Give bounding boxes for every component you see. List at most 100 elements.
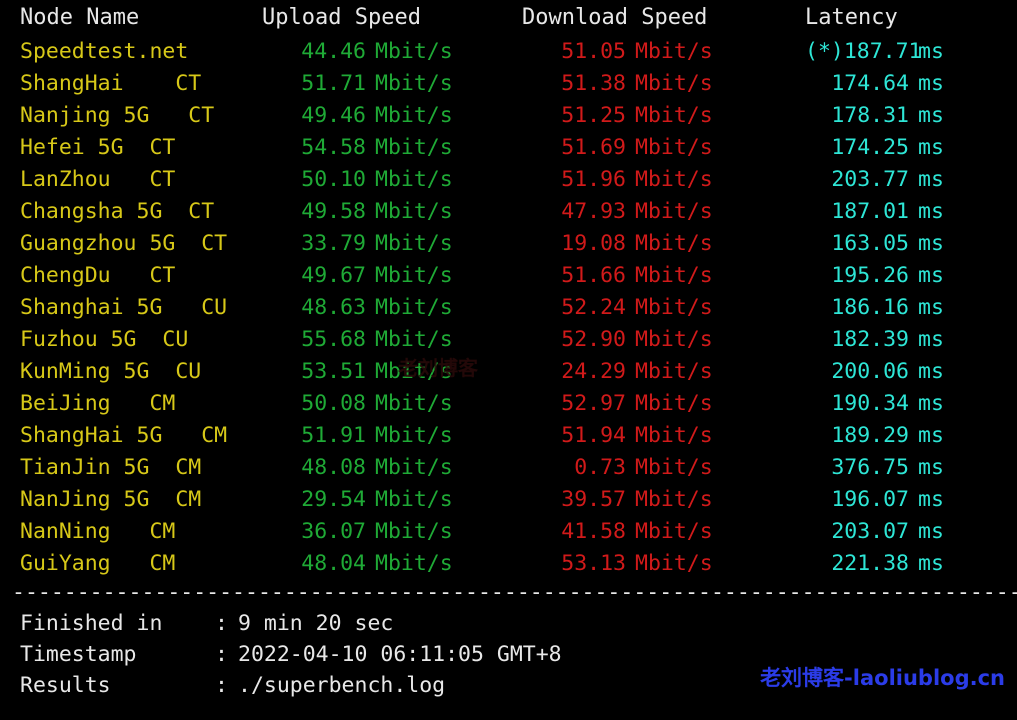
latency-value: 203.07 bbox=[831, 519, 909, 544]
upload-unit: Mbit/s bbox=[375, 519, 453, 544]
cell-node-name: NanNing CM bbox=[20, 519, 176, 544]
upload-value: 48.08 bbox=[301, 455, 366, 480]
cell-latency: 200.06 ms bbox=[805, 356, 1010, 388]
upload-value: 53.51 bbox=[301, 359, 366, 384]
column-header-latency: Latency bbox=[805, 5, 898, 30]
summary-value: ./superbench.log bbox=[238, 673, 446, 698]
table-row: NanJing 5G CM 29.54 Mbit/s 39.57 Mbit/s 196.0… bbox=[0, 484, 1017, 516]
latency-unit: ms bbox=[918, 231, 944, 256]
upload-unit: Mbit/s bbox=[375, 455, 453, 480]
summary-colon: : bbox=[215, 642, 228, 667]
latency-value: 186.16 bbox=[831, 295, 909, 320]
latency-value: 376.75 bbox=[831, 455, 909, 480]
download-unit: Mbit/s bbox=[635, 423, 713, 448]
cell-node-name: GuiYang CM bbox=[20, 551, 176, 576]
upload-value: 36.07 bbox=[301, 519, 366, 544]
cell-node-name: ShangHai CT bbox=[20, 71, 202, 96]
cell-upload-speed: 44.46 Mbit/s bbox=[262, 36, 500, 68]
cell-upload-speed: 29.54 Mbit/s bbox=[262, 484, 500, 516]
cell-node-name: Hefei 5G CT bbox=[20, 135, 176, 160]
latency-value: 182.39 bbox=[831, 327, 909, 352]
separator-line: ----------------------------------------… bbox=[12, 580, 1017, 605]
download-value: 24.29 bbox=[561, 359, 626, 384]
cell-latency: 190.34 ms bbox=[805, 388, 1010, 420]
download-value: 53.13 bbox=[561, 551, 626, 576]
cell-download-speed: 51.96 Mbit/s bbox=[522, 164, 772, 196]
latency-unit: ms bbox=[918, 103, 944, 128]
summary-value: 9 min 20 sec bbox=[238, 611, 394, 636]
table-body: Speedtest.net 44.46 Mbit/s 51.05 Mbit/s (*)18… bbox=[0, 36, 1017, 580]
cell-latency: 163.05 ms bbox=[805, 228, 1010, 260]
summary-colon: : bbox=[215, 611, 228, 636]
latency-unit: ms bbox=[918, 199, 944, 224]
download-unit: Mbit/s bbox=[635, 455, 713, 480]
cell-upload-speed: 49.58 Mbit/s bbox=[262, 196, 500, 228]
column-header-upload-speed: Upload Speed bbox=[262, 5, 421, 30]
latency-unit: ms bbox=[918, 263, 944, 288]
summary-row: Finished in:9 min 20 sec bbox=[0, 608, 1017, 639]
cell-node-name: Speedtest.net bbox=[20, 39, 189, 64]
download-unit: Mbit/s bbox=[635, 551, 713, 576]
cell-latency: 195.26 ms bbox=[805, 260, 1010, 292]
table-row: TianJin 5G CM 48.08 Mbit/s 0.73 Mbit/s 376.75… bbox=[0, 452, 1017, 484]
table-row: Fuzhou 5G CU 55.68 Mbit/s 52.90 Mbit/s 182.39… bbox=[0, 324, 1017, 356]
upload-value: 49.67 bbox=[301, 263, 366, 288]
summary-label: Timestamp bbox=[20, 642, 137, 667]
upload-unit: Mbit/s bbox=[375, 103, 453, 128]
cell-node-name: ChengDu CT bbox=[20, 263, 176, 288]
cell-download-speed: 41.58 Mbit/s bbox=[522, 516, 772, 548]
download-value: 51.66 bbox=[561, 263, 626, 288]
latency-value: 195.26 bbox=[831, 263, 909, 288]
upload-value: 29.54 bbox=[301, 487, 366, 512]
cell-node-name: TianJin 5G CM bbox=[20, 455, 202, 480]
latency-unit: ms bbox=[918, 135, 944, 160]
table-row: Nanjing 5G CT 49.46 Mbit/s 51.25 Mbit/s 178.3… bbox=[0, 100, 1017, 132]
column-header-node-name: Node Name bbox=[20, 5, 140, 30]
upload-value: 48.04 bbox=[301, 551, 366, 576]
latency-value: (*)187.71 bbox=[805, 39, 922, 64]
upload-unit: Mbit/s bbox=[375, 71, 453, 96]
cell-download-speed: 52.90 Mbit/s bbox=[522, 324, 772, 356]
cell-latency: 203.07 ms bbox=[805, 516, 1010, 548]
latency-unit: ms bbox=[918, 391, 944, 416]
cell-latency: 178.31 ms bbox=[805, 100, 1010, 132]
latency-unit: ms bbox=[918, 295, 944, 320]
cell-latency: 174.25 ms bbox=[805, 132, 1010, 164]
cell-latency: 221.38 ms bbox=[805, 548, 1010, 580]
cell-latency: (*)187.71ms bbox=[805, 36, 1010, 68]
download-value: 51.25 bbox=[561, 103, 626, 128]
cell-upload-speed: 33.79 Mbit/s bbox=[262, 228, 500, 260]
cell-latency: 196.07 ms bbox=[805, 484, 1010, 516]
upload-unit: Mbit/s bbox=[375, 295, 453, 320]
cell-download-speed: 24.29 Mbit/s bbox=[522, 356, 772, 388]
cell-node-name: Nanjing 5G CT bbox=[20, 103, 215, 128]
cell-upload-speed: 49.67 Mbit/s bbox=[262, 260, 500, 292]
cell-upload-speed: 49.46 Mbit/s bbox=[262, 100, 500, 132]
upload-value: 49.46 bbox=[301, 103, 366, 128]
latency-value: 221.38 bbox=[831, 551, 909, 576]
watermark-blog-url: 老刘博客-laoliublog.cn bbox=[760, 666, 1005, 690]
latency-value: 178.31 bbox=[831, 103, 909, 128]
table-row: BeiJing CM 50.08 Mbit/s 52.97 Mbit/s 190.34 ms bbox=[0, 388, 1017, 420]
cell-node-name: Fuzhou 5G CU bbox=[20, 327, 189, 352]
download-unit: Mbit/s bbox=[635, 167, 713, 192]
cell-latency: 189.29 ms bbox=[805, 420, 1010, 452]
cell-download-speed: 51.25 Mbit/s bbox=[522, 100, 772, 132]
download-unit: Mbit/s bbox=[635, 487, 713, 512]
latency-unit: ms bbox=[918, 423, 944, 448]
cell-upload-speed: 36.07 Mbit/s bbox=[262, 516, 500, 548]
table-row: Changsha 5G CT 49.58 Mbit/s 47.93 Mbit/s 187.… bbox=[0, 196, 1017, 228]
download-value: 52.90 bbox=[561, 327, 626, 352]
download-unit: Mbit/s bbox=[635, 103, 713, 128]
download-unit: Mbit/s bbox=[635, 263, 713, 288]
cell-node-name: Changsha 5G CT bbox=[20, 199, 215, 224]
upload-value: 51.71 bbox=[301, 71, 366, 96]
upload-value: 50.10 bbox=[301, 167, 366, 192]
download-unit: Mbit/s bbox=[635, 391, 713, 416]
table-row: NanNing CM 36.07 Mbit/s 41.58 Mbit/s 203.07 ms bbox=[0, 516, 1017, 548]
cell-download-speed: 51.94 Mbit/s bbox=[522, 420, 772, 452]
summary-label: Results bbox=[20, 673, 111, 698]
latency-value: 203.77 bbox=[831, 167, 909, 192]
upload-unit: Mbit/s bbox=[375, 39, 453, 64]
table-row: KunMing 5G CU 53.51 Mbit/s 24.29 Mbit/s 200.0… bbox=[0, 356, 1017, 388]
